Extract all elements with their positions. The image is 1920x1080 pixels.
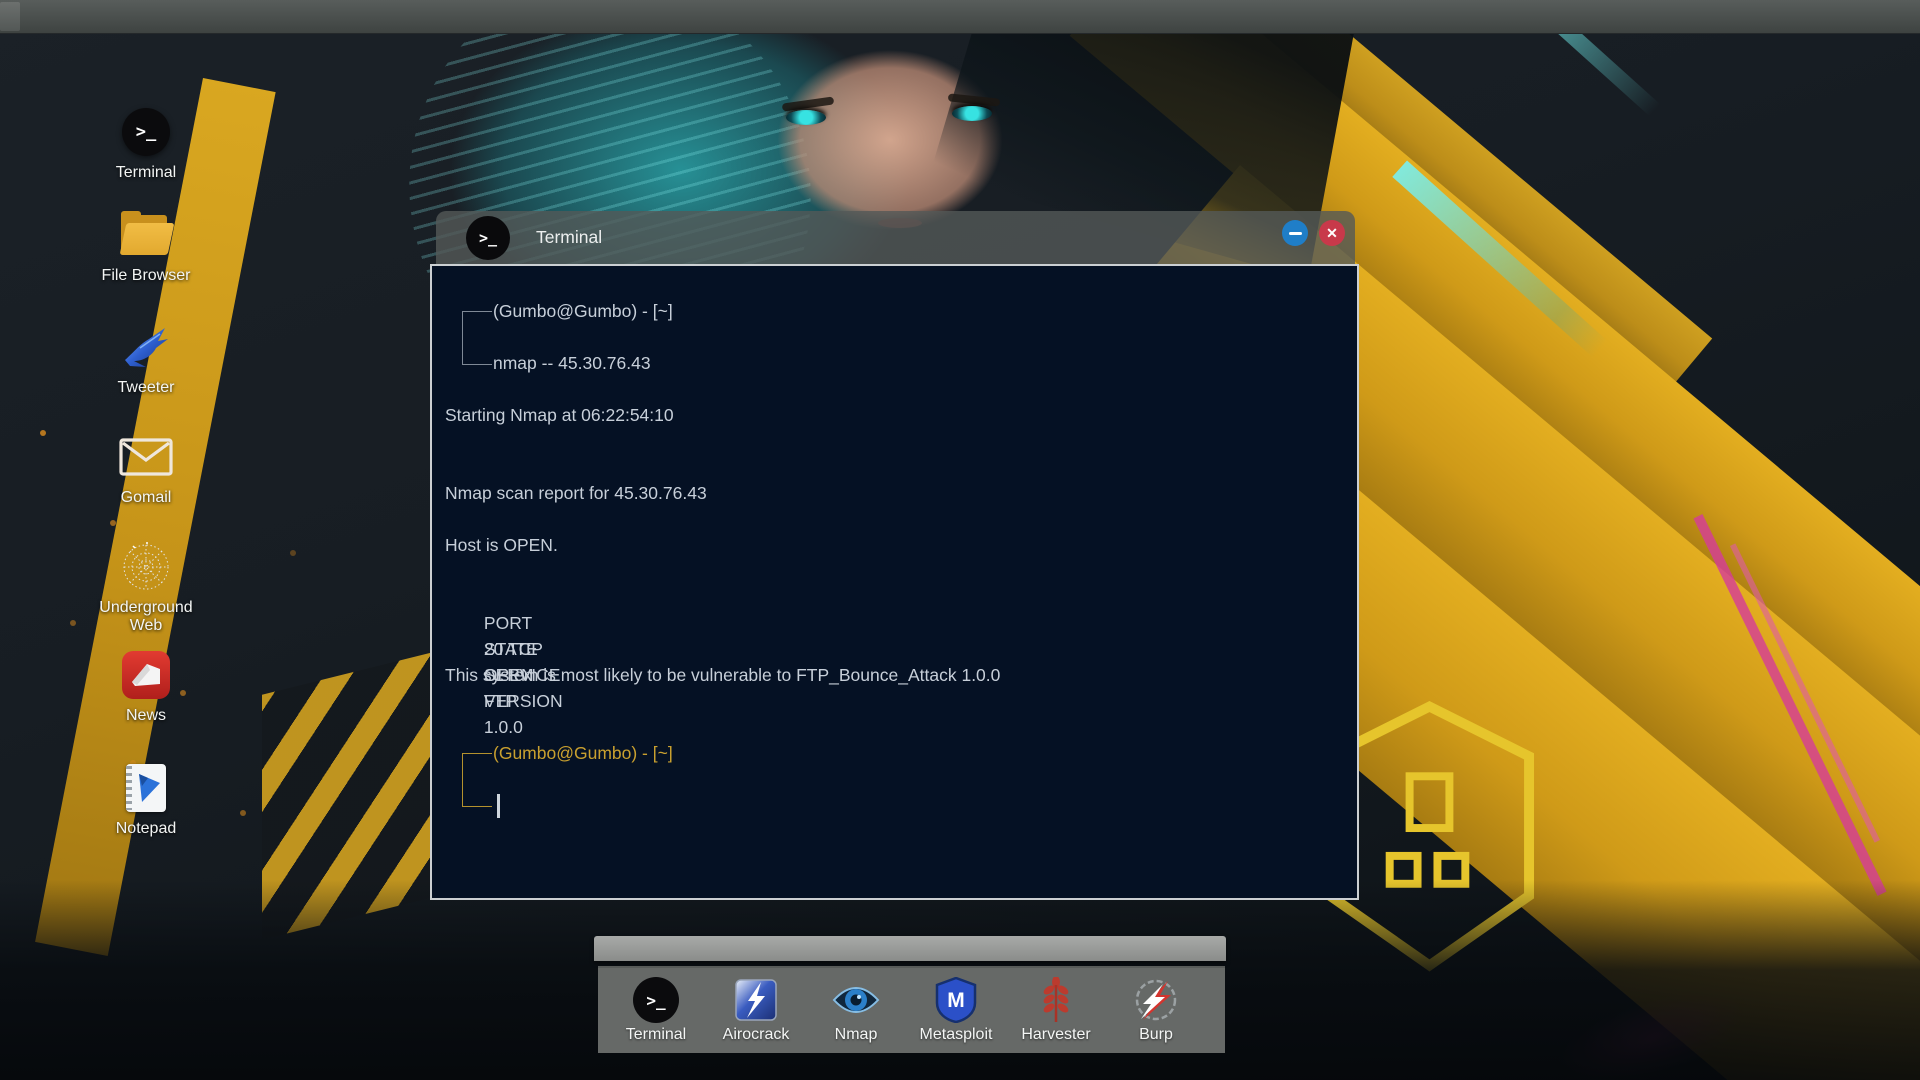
desktop-icon-label: Underground Web: [99, 599, 193, 634]
prompt-tree: [462, 753, 492, 807]
port-table-header: PORT STATE SERVICE VERSION: [445, 584, 1343, 711]
dock-handle-strip[interactable]: [594, 936, 1226, 961]
prompt-block: (Gumbo@Gumbo) - [~]: [445, 740, 1343, 819]
port-table: PORT STATE SERVICE VERSION 20 TCP OPEN F…: [445, 584, 1343, 737]
close-button[interactable]: ✕: [1319, 220, 1345, 246]
dock-item-label: Terminal: [625, 1026, 687, 1043]
desktop-icon-label: Tweeter: [117, 379, 175, 396]
top-bar-handle[interactable]: [0, 2, 20, 31]
bird-icon: [125, 328, 168, 367]
desktop-icon-label: File Browser: [101, 267, 191, 284]
prompt-block: (Gumbo@Gumbo) - [~] nmap -- 45.30.76.43: [445, 298, 1343, 376]
dock-item-label: Metasploit: [919, 1026, 993, 1043]
prompt-user-host: (Gumbo@Gumbo) - [~]: [493, 301, 673, 321]
col-port: PORT: [483, 613, 533, 633]
desktop-icon-terminal[interactable]: >_ Terminal: [88, 106, 204, 182]
prompt-user-host: (Gumbo@Gumbo) - [~]: [493, 743, 673, 763]
nmap-icon: [832, 987, 880, 1013]
vulnerability-line: This system is most likely to be vulnera…: [445, 665, 1001, 685]
text-cursor: [497, 794, 500, 819]
dock-item-burp[interactable]: Burp: [1106, 968, 1206, 1053]
desktop-icon-file-browser[interactable]: File Browser: [88, 209, 204, 285]
dock-item-terminal[interactable]: >_ Terminal: [606, 968, 706, 1053]
web-icon: [123, 542, 169, 590]
metasploit-icon: M: [935, 977, 977, 1023]
nmap-report-line: Nmap scan report for 45.30.76.43: [445, 483, 707, 503]
envelope-icon: [119, 438, 173, 476]
dock-item-label: Nmap: [834, 1026, 878, 1043]
prompt-input-line[interactable]: [493, 792, 1343, 819]
svg-text:M: M: [947, 989, 965, 1012]
desktop-icon-gomail[interactable]: Gomail: [88, 431, 204, 507]
prompt-tree: [462, 311, 492, 365]
desktop-icon-underground-web[interactable]: Underground Web: [88, 541, 204, 635]
dock-item-label: Burp: [1139, 1026, 1173, 1043]
dock-item-airocrack[interactable]: Airocrack: [706, 968, 806, 1053]
top-bar: [0, 0, 1920, 34]
terminal-titlebar[interactable]: >_ Terminal ✕: [436, 211, 1355, 264]
desktop-icon-label: Notepad: [115, 820, 177, 837]
terminal-icon: >_: [466, 215, 510, 260]
terminal-output-area[interactable]: (Gumbo@Gumbo) - [~] nmap -- 45.30.76.43 …: [430, 264, 1359, 900]
prompt-command: nmap -- 45.30.76.43: [493, 353, 651, 373]
news-icon: [122, 651, 170, 699]
notepad-icon: [126, 764, 166, 812]
minimize-icon: [1288, 231, 1302, 235]
wallpaper-eye: [786, 110, 826, 125]
dock-item-harvester[interactable]: Harvester: [1006, 968, 1106, 1053]
harvester-icon: [1043, 977, 1069, 1022]
desktop-icon-label: Gomail: [120, 489, 172, 506]
desktop-icon-notepad[interactable]: Notepad: [88, 762, 204, 838]
folder-icon: [119, 211, 175, 255]
minimize-button[interactable]: [1282, 220, 1308, 246]
window-title: Terminal: [536, 227, 603, 247]
burp-icon: [1135, 979, 1177, 1021]
dock: >_ Terminal Airocrack Nmap M Metasploit …: [598, 966, 1225, 1053]
desktop-icon-news[interactable]: News: [88, 649, 204, 725]
desktop-icon-tweeter[interactable]: Tweeter: [88, 321, 204, 397]
wallpaper-circuit-dots: [40, 430, 46, 436]
dock-item-label: Harvester: [1021, 1026, 1091, 1043]
dock-item-metasploit[interactable]: M Metasploit: [906, 968, 1006, 1053]
terminal-icon: >_: [122, 108, 170, 156]
desktop-icon-label: Terminal: [115, 164, 177, 181]
nmap-starting-line: Starting Nmap at 06:22:54:10: [445, 405, 674, 425]
wallpaper-eye: [952, 106, 992, 121]
host-status-line: Host is OPEN.: [445, 535, 558, 555]
terminal-window: >_ Terminal ✕ (Gumbo@Gumbo) - [~] nmap -…: [430, 211, 1359, 900]
airocrack-icon: [735, 979, 777, 1021]
desktop-icon-label: News: [125, 707, 166, 724]
dock-item-nmap[interactable]: Nmap: [806, 968, 906, 1053]
close-icon: ✕: [1326, 225, 1338, 241]
dock-item-label: Airocrack: [722, 1026, 790, 1043]
terminal-icon: >_: [633, 977, 679, 1023]
